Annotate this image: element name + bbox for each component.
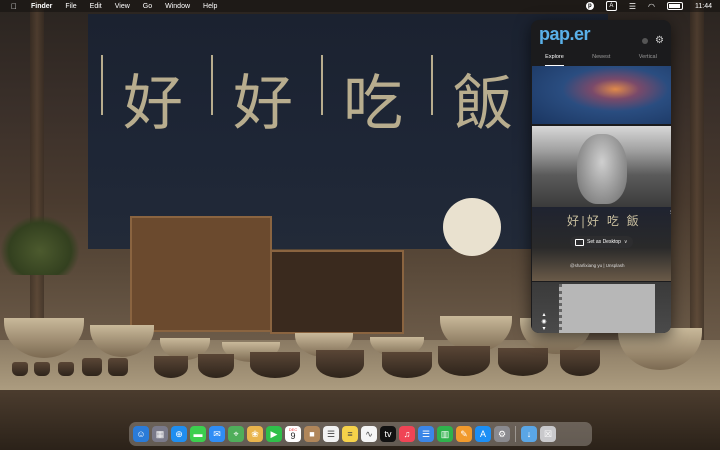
dark-bowl: [382, 352, 432, 378]
dock-separator: [515, 426, 516, 442]
wallpaper-thumbnail[interactable]: ▴ ◉ ▾: [532, 282, 671, 333]
safari-icon[interactable]: ⊕: [171, 426, 187, 442]
photos-icon[interactable]: ❀: [247, 426, 263, 442]
paper-status-icon[interactable]: p: [585, 2, 594, 10]
tea-cup: [82, 358, 102, 376]
trash-icon[interactable]: ☒: [540, 426, 556, 442]
dark-bowl: [438, 346, 490, 376]
status-area: p A ☰ ◠ 11:44: [585, 0, 712, 12]
banner-calligraphy: 好 好 吃 飯: [95, 55, 595, 142]
system-settings-icon[interactable]: ⚙: [494, 426, 510, 442]
dark-bowl: [250, 352, 300, 378]
set-as-desktop-button[interactable]: Set as Desktop ∨: [570, 236, 633, 248]
banner-char: 吃: [343, 69, 411, 139]
tea-cup: [34, 362, 50, 376]
drawer-cabinet: [270, 250, 404, 334]
photo-credit[interactable]: @sharlixiang yu | Unsplash: [570, 263, 625, 268]
reminders-icon[interactable]: ☰: [323, 426, 339, 442]
maps-icon[interactable]: ⌖: [228, 426, 244, 442]
battery-icon[interactable]: [667, 2, 683, 10]
wallpaper-thumbnail[interactable]: [532, 126, 671, 208]
messages-icon[interactable]: ▬: [190, 426, 206, 442]
banner-char: 好: [233, 69, 301, 139]
calendar-icon[interactable]: DEC 9: [285, 426, 301, 442]
set-as-desktop-label: Set as Desktop: [587, 239, 621, 245]
app-store-icon[interactable]: A: [475, 426, 491, 442]
freeform-icon[interactable]: ∿: [361, 426, 377, 442]
dark-bowl: [198, 354, 234, 378]
dark-bowl: [316, 350, 364, 378]
pages-icon[interactable]: ✎: [456, 426, 472, 442]
monitor-icon: [575, 238, 584, 246]
thumbnail-tag: Sc: [670, 210, 671, 216]
numbers-icon[interactable]: ▥: [437, 426, 453, 442]
input-source-icon[interactable]: A: [605, 1, 617, 11]
notebook-image: [559, 284, 655, 333]
menu-window[interactable]: Window: [165, 3, 190, 10]
banner-char: 飯: [453, 69, 521, 139]
dark-bowl: [560, 350, 600, 376]
tab-explore[interactable]: Explore: [545, 54, 564, 66]
music-icon[interactable]: ♫: [399, 426, 415, 442]
control-center-icon[interactable]: ☰: [629, 2, 636, 11]
portrait-face: [577, 134, 627, 204]
menu-app-name[interactable]: Finder: [31, 3, 52, 10]
gear-icon[interactable]: ⚙: [655, 36, 665, 46]
tab-vertical[interactable]: Vertical: [639, 54, 657, 66]
tea-cup: [12, 362, 28, 376]
finder-icon[interactable]: ☺: [133, 426, 149, 442]
paper-logo: pap.er: [539, 24, 591, 44]
menu-go[interactable]: Go: [143, 3, 152, 10]
chevron-down-icon[interactable]: ∨: [624, 239, 628, 245]
pager-control[interactable]: ▴ ◉ ▾: [536, 312, 552, 332]
wooden-shelf: [130, 216, 272, 332]
menu-edit[interactable]: Edit: [90, 3, 102, 10]
menu-help[interactable]: Help: [203, 3, 217, 10]
downloads-folder-icon[interactable]: ↓: [521, 426, 537, 442]
tab-newest[interactable]: Newest: [592, 54, 610, 66]
menu-bar:  Finder File Edit View Go Window Help p…: [0, 0, 720, 12]
menu-view[interactable]: View: [115, 3, 130, 10]
mail-icon[interactable]: ✉: [209, 426, 225, 442]
banner-divider: [431, 55, 433, 115]
dark-bowl: [498, 348, 548, 376]
banner-divider: [211, 55, 213, 115]
banner-divider: [101, 55, 103, 115]
paper-fan: [443, 198, 501, 256]
contacts-icon[interactable]: ■: [304, 426, 320, 442]
tea-cup: [58, 362, 74, 376]
wallpaper-thumbnail[interactable]: [532, 66, 671, 124]
potted-plant: [0, 215, 80, 275]
keynote-icon[interactable]: ☰: [418, 426, 434, 442]
thumbnail-calligraphy: 好|好 吃 飯: [567, 214, 641, 228]
popover-tabs: Explore Newest Vertical: [531, 54, 671, 66]
paper-popover: pap.er ⚙ Explore Newest Vertical 好|好 吃 飯…: [531, 20, 671, 333]
tea-cup: [108, 358, 128, 376]
dock: ☺ ▦ ⊕ ▬ ✉ ⌖ ❀ ▶ DEC 9 ■ ☰ ≡ ∿ tv ♫ ☰ ▥ ✎ A ⚙ ↓ ☒: [129, 422, 592, 446]
wifi-icon[interactable]: ◠: [648, 2, 655, 11]
menubar-clock[interactable]: 11:44: [695, 3, 712, 10]
calendar-day: 9: [290, 431, 296, 441]
status-dot-icon: [642, 38, 648, 44]
dark-bowl: [154, 356, 188, 378]
launchpad-icon[interactable]: ▦: [152, 426, 168, 442]
banner-divider: [321, 55, 323, 115]
apple-menu-icon[interactable]: : [10, 2, 18, 11]
notes-icon[interactable]: ≡: [342, 426, 358, 442]
facetime-icon[interactable]: ▶: [266, 426, 282, 442]
menu-file[interactable]: File: [65, 3, 76, 10]
banner-char: 好: [123, 69, 191, 139]
wallpaper-thumbnail-selected[interactable]: 好|好 吃 飯 Sc Set as Desktop ∨ @sharlixiang…: [532, 207, 671, 281]
tv-icon[interactable]: tv: [380, 426, 396, 442]
